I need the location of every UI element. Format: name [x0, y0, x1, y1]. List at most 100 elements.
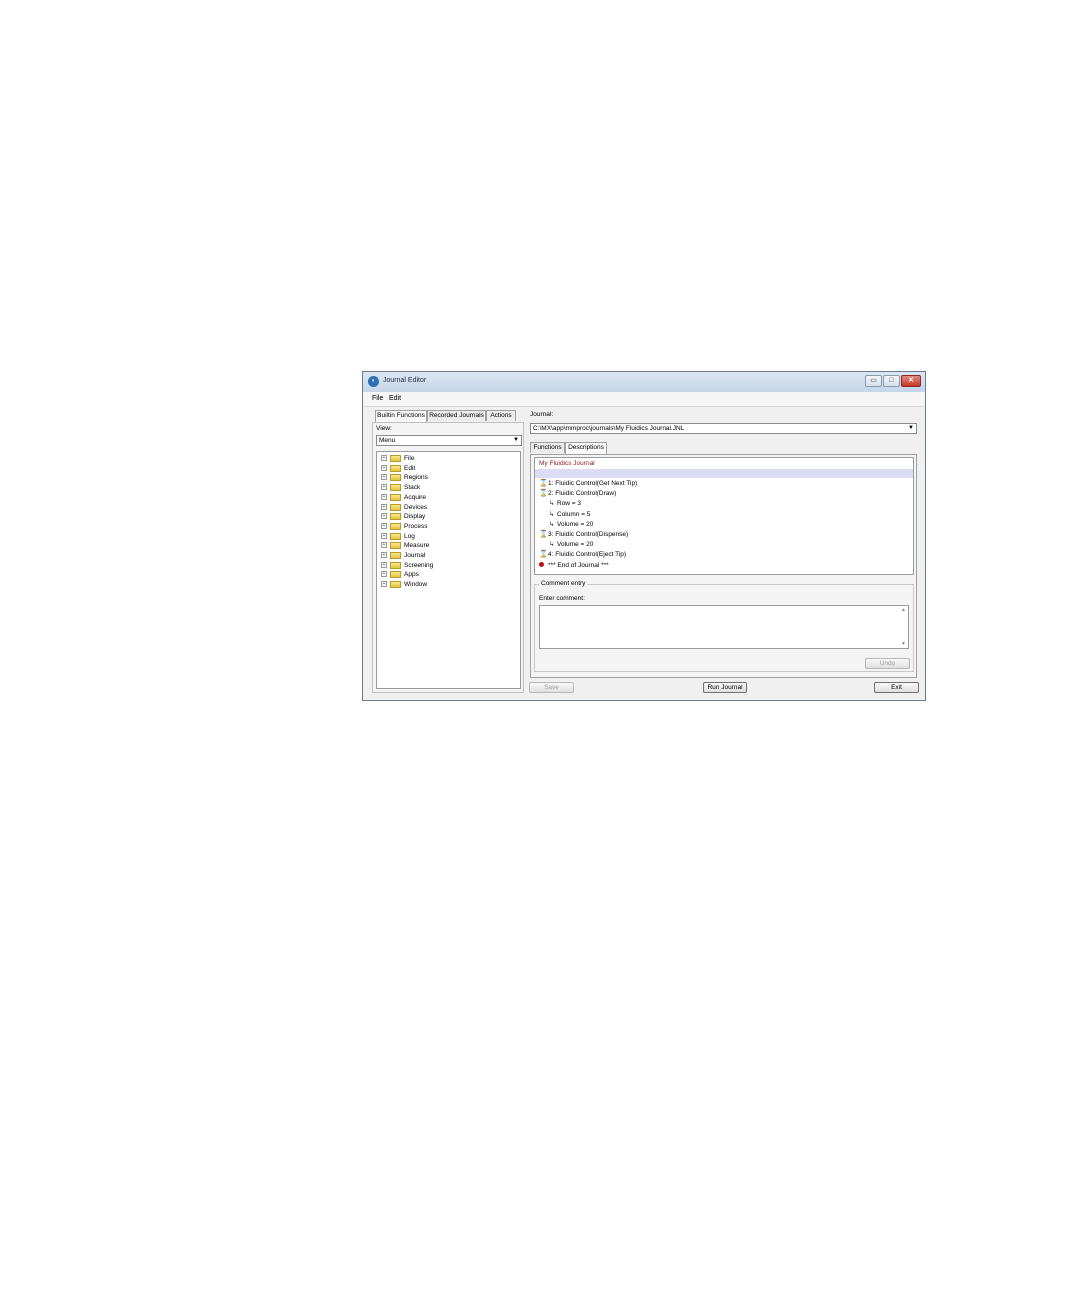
hourglass-icon: ⌛	[539, 480, 548, 487]
folder-icon	[390, 571, 401, 579]
tree-item-label: Edit	[404, 464, 416, 472]
scroll-down-icon[interactable]: ▼	[901, 641, 906, 647]
tree-item-label: Devices	[404, 503, 428, 511]
step-text: 2: Fluidic Control(Draw)	[548, 490, 617, 498]
tree-item-label: Measure	[404, 542, 430, 550]
function-tree[interactable]: + File + Edit + Regions + Stack + Acquire + Devices…	[376, 451, 521, 689]
view-label: View:	[376, 425, 392, 432]
descriptions-panel: My Fluidics Journal ⌛1: Fluidic Control(…	[530, 454, 917, 678]
hourglass-icon: ⌛	[539, 551, 548, 559]
expand-icon[interactable]: +	[381, 532, 387, 539]
tree-item-label: Screening	[404, 561, 434, 569]
journal-step-row[interactable]: ⌛2: Fluidic Control(Draw)	[539, 489, 616, 498]
selected-row[interactable]	[535, 469, 913, 478]
expand-icon[interactable]: +	[381, 513, 387, 520]
view-select[interactable]: Menu ▼	[376, 435, 522, 446]
expand-icon[interactable]: +	[381, 474, 387, 481]
expand-icon[interactable]: +	[381, 552, 387, 558]
run-journal-button[interactable]: Run Journal	[703, 682, 747, 693]
folder-icon	[390, 581, 401, 589]
end-of-journal-row[interactable]: *** End of Journal ***	[539, 561, 609, 570]
tree-item-label: Stack	[404, 484, 421, 492]
window-title: Journal Editor	[383, 377, 427, 384]
dropdown-arrow-icon[interactable]: ▼	[908, 424, 914, 433]
comment-textarea[interactable]: ▲ ▼	[539, 605, 909, 649]
step-text: Row = 3	[557, 500, 582, 508]
journal-editor-window: ◐ Journal Editor ▭ □ ✕ File Edit Builtin…	[362, 371, 926, 701]
expand-icon[interactable]: +	[381, 571, 387, 578]
expand-icon[interactable]: +	[381, 561, 387, 568]
sub-item-arrow-icon: ↳	[549, 520, 555, 528]
folder-icon	[390, 455, 401, 462]
folder-icon	[390, 493, 401, 501]
tree-item-label: Regions	[404, 474, 428, 482]
view-select-value: Menu	[379, 437, 396, 444]
maximize-button[interactable]: □	[883, 375, 900, 387]
save-button[interactable]: Save	[529, 682, 574, 693]
title-bar[interactable]: ◐ Journal Editor ▭ □ ✕	[363, 372, 925, 392]
journal-path-value: C:\MX\app\mmproc\journals\My Fluidics Jo…	[533, 425, 685, 432]
tree-item-label: Process	[404, 522, 428, 530]
enter-comment-label: Enter comment:	[539, 595, 585, 602]
sub-item-arrow-icon: ↳	[549, 500, 555, 508]
folder-icon	[390, 464, 401, 472]
step-text: Column = 5	[557, 510, 591, 518]
expand-icon[interactable]: +	[381, 464, 387, 471]
end-marker-icon	[539, 561, 544, 567]
folder-icon	[390, 484, 401, 492]
folder-icon	[390, 552, 401, 559]
expand-icon[interactable]: +	[381, 455, 387, 461]
folder-icon	[390, 532, 401, 540]
journal-step-row[interactable]: ⌛1: Fluidic Control(Get Next Tip)	[539, 479, 637, 488]
folder-icon	[390, 474, 401, 482]
journal-step-row[interactable]: ⌛4: Fluidic Control(Eject Tip)	[539, 550, 626, 559]
folder-icon	[390, 542, 401, 550]
expand-icon[interactable]: +	[381, 484, 387, 491]
folder-icon	[390, 513, 401, 521]
builtin-functions-panel: View: Menu ▼ + File + Edit + Regions + Stack + Ac…	[372, 422, 524, 693]
minimize-button[interactable]: ▭	[865, 375, 882, 387]
tab-builtin-functions[interactable]: Builtin Functions	[375, 410, 427, 422]
step-parameter-row[interactable]: ↳ Column = 5	[549, 510, 590, 519]
sub-item-arrow-icon: ↳	[549, 541, 555, 549]
tree-item-label: Apps	[404, 571, 419, 579]
step-text: 3: Fluidic Control(Dispense)	[548, 531, 629, 538]
journal-step-row[interactable]: ⌛3: Fluidic Control(Dispense)	[539, 530, 628, 539]
folder-icon	[390, 561, 401, 569]
tree-item-label: Display	[404, 513, 426, 521]
folder-icon	[390, 522, 401, 530]
journal-label: Journal:	[530, 411, 554, 418]
step-parameter-row[interactable]: ↳ Volume = 20	[549, 540, 593, 549]
dropdown-arrow-icon[interactable]: ▼	[513, 436, 519, 445]
menu-edit[interactable]: Edit	[389, 395, 401, 402]
comment-entry-group: Comment entry Enter comment: ▲ ▼ Undo	[534, 580, 914, 672]
scroll-up-icon[interactable]: ▲	[901, 607, 906, 613]
tab-descriptions[interactable]: Descriptions	[565, 442, 607, 454]
step-parameter-row[interactable]: ↳ Volume = 20	[549, 520, 593, 529]
tab-functions[interactable]: Functions	[530, 442, 565, 453]
step-text: Volume = 20	[557, 520, 594, 528]
expand-icon[interactable]: +	[381, 493, 387, 500]
exit-button[interactable]: Exit	[874, 682, 919, 693]
expand-icon[interactable]: +	[381, 581, 387, 588]
step-parameter-row[interactable]: ↳ Row = 3	[549, 499, 581, 508]
journal-title: My Fluidics Journal	[539, 460, 595, 467]
step-text: *** End of Journal ***	[548, 561, 609, 569]
sub-item-arrow-icon: ↳	[549, 510, 555, 518]
folder-icon	[390, 503, 401, 511]
tab-actions[interactable]: Actions	[486, 410, 516, 421]
menu-file[interactable]: File	[372, 395, 383, 402]
tab-recorded-journals[interactable]: Recorded Journals	[427, 410, 486, 421]
expand-icon[interactable]: +	[381, 522, 387, 529]
app-icon: ◐	[368, 376, 379, 387]
undo-button[interactable]: Undo	[865, 658, 910, 669]
tree-item-label: Acquire	[404, 493, 427, 501]
expand-icon[interactable]: +	[381, 503, 387, 510]
hourglass-icon: ⌛	[539, 490, 548, 498]
close-button[interactable]: ✕	[901, 375, 921, 387]
journal-path-select[interactable]: C:\MX\app\mmproc\journals\My Fluidics Jo…	[530, 423, 917, 434]
expand-icon[interactable]: +	[381, 542, 387, 549]
journal-steps-list[interactable]: My Fluidics Journal ⌛1: Fluidic Control(…	[534, 457, 914, 575]
step-text: Volume = 20	[557, 541, 594, 549]
step-text: 1: Fluidic Control(Get Next Tip)	[548, 480, 638, 487]
